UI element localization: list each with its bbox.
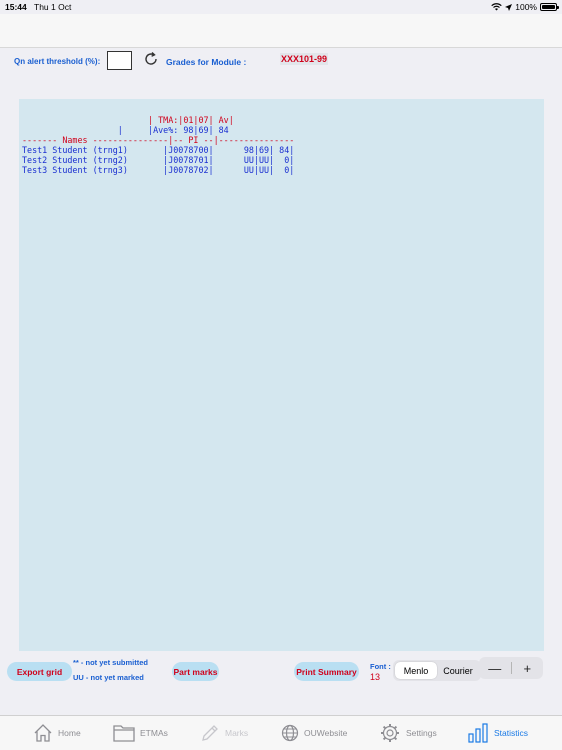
- font-size-value: 13: [370, 672, 381, 682]
- decrease-font-button[interactable]: —: [479, 661, 511, 676]
- wifi-icon: [491, 3, 502, 11]
- tab-label: OUWebsite: [304, 728, 348, 738]
- battery-icon: [540, 3, 559, 11]
- grades-label: Grades for Module :: [166, 57, 247, 67]
- globe-icon: [281, 724, 299, 742]
- home-icon: [34, 724, 52, 742]
- grid-line: | TMA:|01|07| Av|: [22, 115, 234, 125]
- font-option-courier[interactable]: Courier: [437, 662, 479, 679]
- font-segmented-control: Menlo Courier: [393, 660, 481, 681]
- grid-line: Test2 Student (trng2) |J0078701| UU|UU| …: [22, 155, 295, 165]
- tab-label: ETMAs: [140, 728, 168, 738]
- font-size-stepper: — +: [479, 657, 543, 679]
- export-grid-button[interactable]: Export grid: [7, 662, 72, 681]
- battery-percent: 100%: [515, 2, 537, 12]
- status-time: 15:44: [5, 2, 27, 12]
- print-summary-button[interactable]: Print Summary: [294, 662, 359, 681]
- part-marks-button[interactable]: Part marks: [172, 662, 219, 681]
- tab-statistics[interactable]: Statistics: [467, 721, 528, 745]
- tab-label: Home: [58, 728, 81, 738]
- tab-label: Statistics: [494, 728, 529, 738]
- grid-line: ------- Names ---------------|-- PI --|-…: [22, 135, 295, 145]
- increase-font-button[interactable]: +: [512, 661, 544, 676]
- tab-etmas[interactable]: ETMAs: [113, 721, 168, 745]
- font-label: Font :: [370, 662, 391, 671]
- tab-home[interactable]: Home: [33, 721, 81, 745]
- tab-label: Marks: [225, 728, 249, 738]
- refresh-icon[interactable]: [143, 51, 159, 67]
- bar-chart-icon: [468, 723, 488, 743]
- location-icon: [505, 3, 513, 11]
- tab-marks[interactable]: Marks: [200, 721, 248, 745]
- grid-line: Test3 Student (trng3) |J0078702| UU|UU| …: [22, 165, 295, 175]
- grid-line: | |Ave%: 98|69| 84: [22, 125, 229, 135]
- gear-icon: [381, 724, 399, 742]
- font-option-menlo[interactable]: Menlo: [395, 662, 437, 679]
- legend-not-submitted: ** - not yet submitted: [73, 658, 149, 667]
- status-indicators: 100%: [491, 2, 559, 12]
- navigation-bar: [0, 14, 562, 48]
- status-bar: 15:44 Thu 1 Oct 100%: [0, 0, 562, 14]
- pencil-icon: [202, 725, 218, 741]
- tab-ouwebsite[interactable]: OUWebsite: [281, 721, 347, 745]
- threshold-label: Qn alert threshold (%):: [14, 57, 101, 66]
- tab-settings[interactable]: Settings: [379, 721, 437, 745]
- legend-not-marked: UU - not yet marked: [73, 673, 144, 682]
- grid-line: Test1 Student (trng1) |J0078700| 98|69| …: [22, 145, 295, 155]
- threshold-input[interactable]: [107, 51, 132, 70]
- module-code: XXX101-99: [280, 53, 329, 65]
- grades-grid: | TMA:|01|07| Av| | |Ave%: 98|69| 84 ---…: [19, 99, 544, 651]
- tab-bar: Home ETMAs Marks OUWebsite Settings Stat…: [0, 715, 562, 750]
- tab-label: Settings: [406, 728, 437, 738]
- status-date: Thu 1 Oct: [34, 2, 72, 12]
- folder-icon: [113, 725, 135, 742]
